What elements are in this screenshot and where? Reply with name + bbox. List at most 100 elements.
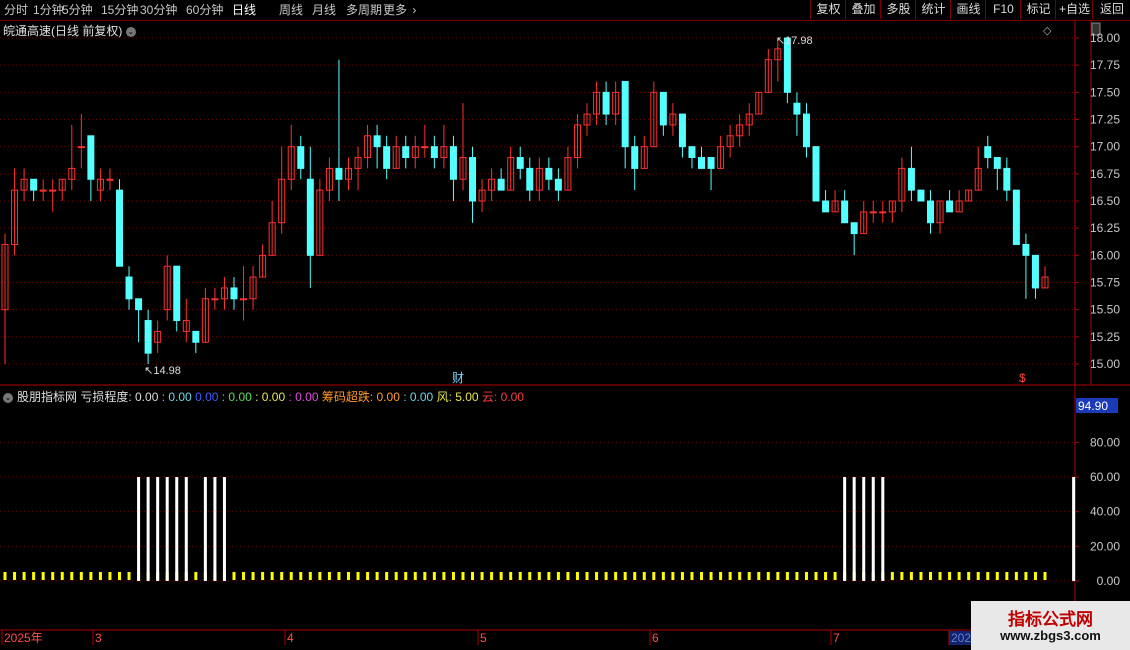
candle-body xyxy=(507,157,515,191)
toolbar-button-2[interactable]: 多股 xyxy=(880,0,916,19)
baseline-marker xyxy=(585,572,589,580)
candle-body xyxy=(1012,189,1020,245)
tab-7[interactable]: 周线 xyxy=(279,2,303,18)
candle-body xyxy=(764,59,772,93)
tab-10[interactable]: 更多 › xyxy=(383,2,416,18)
candle-body xyxy=(297,146,305,169)
toolbar-button-8[interactable]: 返回 xyxy=(1092,0,1130,19)
candle-body xyxy=(927,200,935,224)
price-chart[interactable]: 18.00 17.75 17.50 17.25 17.00 16.75 16.50 16.25… xyxy=(0,0,1130,650)
candle-body xyxy=(411,146,419,159)
candle-body xyxy=(354,157,362,169)
tab-8[interactable]: 月线 xyxy=(312,2,336,18)
price-tick-label: 17.25 xyxy=(1090,113,1120,127)
baseline-marker xyxy=(461,572,465,580)
toolbar-button-4[interactable]: 画线 xyxy=(950,0,986,19)
indicator-tick-label: 60.00 xyxy=(1090,470,1120,484)
indicator-spike xyxy=(165,477,169,581)
baseline-marker xyxy=(3,572,7,580)
candle-body xyxy=(850,222,858,235)
baseline-marker xyxy=(242,572,246,580)
baseline-marker xyxy=(137,572,141,580)
baseline-marker xyxy=(938,572,942,580)
toolbar-button-7[interactable]: +自选 xyxy=(1055,0,1093,19)
indicator-spike xyxy=(843,477,847,581)
indicator-title: ⌄ 股朋指标网 亏损程度: 0.00 : 0.00 0.00 : 0.00 : 0… xyxy=(3,388,524,405)
baseline-marker xyxy=(509,572,513,580)
x-axis-highlight xyxy=(949,631,971,645)
x-axis-label: 7 xyxy=(833,631,840,645)
baseline-marker xyxy=(556,572,560,580)
indicator-spike xyxy=(203,477,207,581)
candle-body xyxy=(325,167,333,191)
price-tick-label: 15.00 xyxy=(1090,357,1120,371)
toolbar-button-6[interactable]: 标记 xyxy=(1020,0,1056,19)
baseline-marker xyxy=(117,572,121,580)
baseline-marker xyxy=(213,572,217,580)
tab-9[interactable]: 多周期 xyxy=(346,2,382,18)
indicator-tick-label: 0.00 xyxy=(1097,574,1121,588)
indicator-item-5: : 0.00 xyxy=(288,390,322,404)
toolbar-button-0[interactable]: 复权 xyxy=(810,0,846,19)
toolbar-button-3[interactable]: 统计 xyxy=(915,0,951,19)
tab-0[interactable]: 分时 xyxy=(4,2,28,18)
indicator-spike xyxy=(184,477,188,581)
tab-3[interactable]: 15分钟 xyxy=(101,2,138,18)
baseline-marker xyxy=(604,572,608,580)
candle-body xyxy=(917,189,925,202)
chevron-down-icon[interactable]: ⌄ xyxy=(125,26,136,37)
toolbar-button-5[interactable]: F10 xyxy=(985,0,1021,19)
baseline-marker xyxy=(165,572,169,580)
tab-5[interactable]: 60分钟 xyxy=(186,2,223,18)
candle-body xyxy=(1,243,9,311)
baseline-marker xyxy=(70,572,74,580)
baseline-marker xyxy=(480,572,484,580)
candle-body xyxy=(783,37,791,93)
baseline-marker xyxy=(156,572,160,580)
baseline-marker xyxy=(575,572,579,580)
candle-body xyxy=(869,211,877,214)
price-tick-label: 16.25 xyxy=(1090,221,1120,235)
candle-body xyxy=(106,178,114,181)
indicator-item-8: 风: 5.00 xyxy=(436,390,482,404)
baseline-marker xyxy=(614,572,618,580)
baseline-marker xyxy=(60,572,64,580)
indicator-item-4: : 0.00 xyxy=(255,390,289,404)
candle-body xyxy=(717,146,725,169)
tab-6[interactable]: 日线 xyxy=(232,2,256,18)
candle-body xyxy=(564,157,572,191)
baseline-marker xyxy=(537,572,541,580)
candle-body xyxy=(631,146,639,169)
baseline-marker xyxy=(814,572,818,580)
indicator-item-0: 亏损程度: 0.00 xyxy=(80,390,162,404)
baseline-marker xyxy=(776,572,780,580)
candle-body xyxy=(68,167,76,180)
candle-body xyxy=(77,146,85,149)
baseline-marker xyxy=(1005,572,1009,580)
toolbar-button-1[interactable]: 叠加 xyxy=(845,0,881,19)
candle-body xyxy=(650,91,658,148)
tab-1[interactable]: 1分钟 xyxy=(33,2,64,18)
baseline-marker xyxy=(337,572,341,580)
indicator-spike xyxy=(852,477,856,581)
candle-body xyxy=(812,146,820,202)
baseline-marker xyxy=(852,572,856,580)
price-tick-label: 16.50 xyxy=(1090,194,1120,208)
dollar-marker: $ xyxy=(1019,371,1026,385)
candle-body xyxy=(268,222,276,256)
candle-body xyxy=(154,330,162,343)
candle-body xyxy=(1041,276,1049,289)
baseline-marker xyxy=(451,572,455,580)
baseline-marker xyxy=(957,572,961,580)
baseline-marker xyxy=(919,572,923,580)
x-axis-label: 202 xyxy=(951,631,971,645)
diamond-icon: ◇ xyxy=(1043,25,1052,37)
candle-body xyxy=(841,200,849,224)
tab-4[interactable]: 30分钟 xyxy=(140,2,177,18)
baseline-marker xyxy=(203,572,207,580)
tab-2[interactable]: 5分钟 xyxy=(62,2,93,18)
indicator-menu-icon[interactable]: ⌄ xyxy=(3,392,13,403)
baseline-marker xyxy=(909,572,913,580)
price-tick-label: 15.75 xyxy=(1090,276,1120,290)
candle-body xyxy=(392,146,400,169)
